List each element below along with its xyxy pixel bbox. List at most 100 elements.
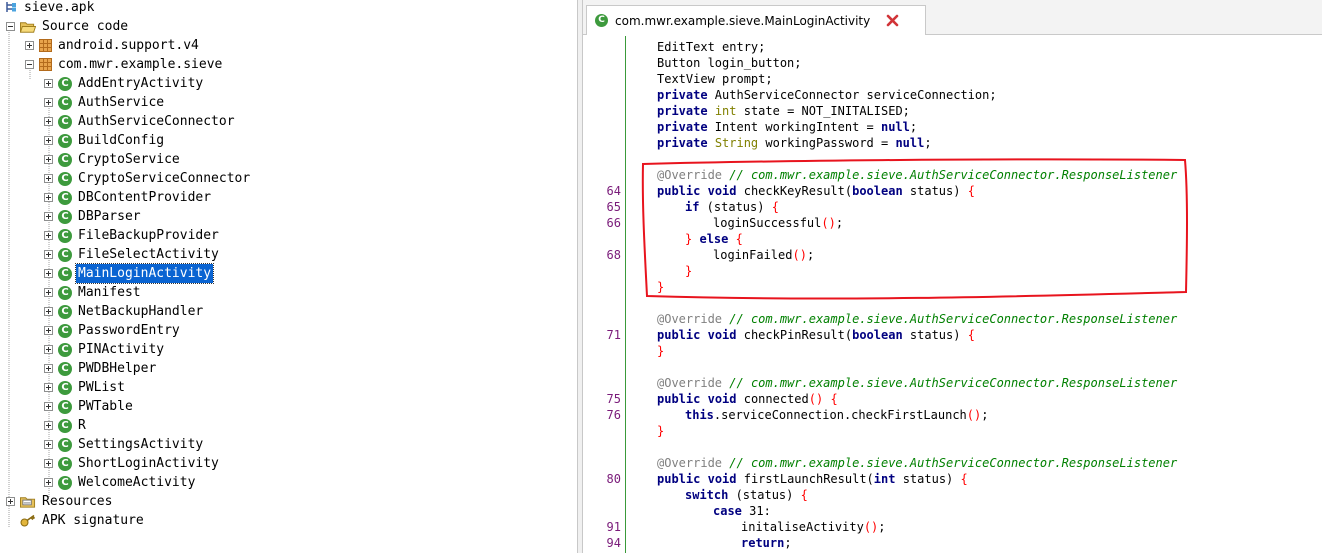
expand-icon[interactable] [44,402,53,411]
tree-item-cryptoservice[interactable]: C CryptoService [44,150,182,169]
expand-icon[interactable] [44,250,53,259]
code-line[interactable]: } [583,263,1322,279]
tree-item-shortloginactivity[interactable]: C ShortLoginActivity [44,454,221,473]
code-line[interactable]: 64 public void checkKeyResult(boolean sta… [583,183,1322,199]
code-line[interactable]: private int state = NOT_INITALISED; [583,103,1322,119]
expand-icon[interactable] [44,478,53,487]
expand-icon[interactable] [44,440,53,449]
expand-icon[interactable] [44,136,53,145]
code-line[interactable]: } else { [583,231,1322,247]
tree-item-settingsactivity[interactable]: C SettingsActivity [44,435,205,454]
tree-item-passwordentry[interactable]: C PasswordEntry [44,321,182,340]
expand-icon[interactable] [44,288,53,297]
code-line[interactable]: @Override // com.mwr.example.sieve.AuthS… [583,311,1322,327]
expand-icon[interactable] [44,326,53,335]
code-line[interactable]: 65 if (status) { [583,199,1322,215]
code-line[interactable] [583,295,1322,311]
tree-item-source-code[interactable]: Source code [6,17,130,36]
tree-item-welcomeactivity[interactable]: C WelcomeActivity [44,473,197,492]
code-line[interactable]: TextView prompt; [583,71,1322,87]
expand-icon[interactable] [44,364,53,373]
code-token: @Override [657,168,723,182]
code-line[interactable] [583,359,1322,375]
tree-item-pinactivity[interactable]: C PINActivity [44,340,166,359]
tree-item-addentryactivity[interactable]: C AddEntryActivity [44,74,205,93]
code-line[interactable]: } [583,279,1322,295]
expand-icon[interactable] [44,155,53,164]
expand-icon[interactable] [44,193,53,202]
expand-icon[interactable] [44,345,53,354]
code-line[interactable]: Button login_button; [583,55,1322,71]
expand-icon[interactable] [25,41,34,50]
tree-item-buildconfig[interactable]: C BuildConfig [44,131,166,150]
collapse-icon[interactable] [6,22,15,31]
expand-icon[interactable] [44,459,53,468]
tree-item-cryptoserviceconnector[interactable]: C CryptoServiceConnector [44,169,252,188]
tree-item-dbparser[interactable]: C DBParser [44,207,143,226]
expand-icon[interactable] [44,212,53,221]
code-line[interactable]: case 31: [583,503,1322,519]
class-icon: C [58,228,72,243]
tree-item-dbcontentprovider[interactable]: C DBContentProvider [44,188,213,207]
code-line[interactable]: private Intent workingIntent = null; [583,119,1322,135]
tree-item-mainloginactivity[interactable]: C MainLoginActivity [44,263,215,284]
class-icon: C [58,76,72,91]
code-line[interactable]: 94 return; [583,535,1322,551]
code-line[interactable]: switch (status) { [583,487,1322,503]
code-line[interactable]: @Override // com.mwr.example.sieve.AuthS… [583,375,1322,391]
tree-item-fileselectactivity[interactable]: C FileSelectActivity [44,245,221,264]
code-line[interactable]: @Override // com.mwr.example.sieve.AuthS… [583,167,1322,183]
code-token: EditText entry; [657,40,766,54]
code-line[interactable]: } [583,423,1322,439]
tree-item-pwdbhelper[interactable]: C PWDBHelper [44,359,158,378]
class-icon: C [58,190,72,205]
tree-item-authserviceconnector[interactable]: C AuthServiceConnector [44,112,237,131]
code-line[interactable]: 80 public void firstLaunchResult(int stat… [583,471,1322,487]
code-editor[interactable]: C com.mwr.example.sieve.MainLoginActivit… [583,0,1322,553]
code-line[interactable]: } [583,343,1322,359]
expand-icon[interactable] [44,79,53,88]
expand-icon[interactable] [44,117,53,126]
expand-icon[interactable] [44,231,53,240]
collapse-icon[interactable] [25,60,34,69]
tree-item-label: PINActivity [78,342,165,357]
tree-item-filebackupprovider[interactable]: C FileBackupProvider [44,226,221,245]
code-line[interactable]: EditText entry; [583,39,1322,55]
expand-icon[interactable] [44,98,53,107]
code-line[interactable]: 68 loginFailed(); [583,247,1322,263]
tree-item-apk-signature[interactable]: APK signature [6,511,146,530]
tree-item-com-mwr-example-sieve[interactable]: com.mwr.example.sieve [25,55,224,74]
expand-icon[interactable] [44,269,53,278]
tree-item-manifest[interactable]: C Manifest [44,283,143,302]
expand-icon[interactable] [44,421,53,430]
code-line[interactable]: 76 this.serviceConnection.checkFirstLaunc… [583,407,1322,423]
code-line[interactable]: 66 loginSuccessful(); [583,215,1322,231]
code-line[interactable]: @Override // com.mwr.example.sieve.AuthS… [583,455,1322,471]
code-line[interactable] [583,151,1322,167]
tree-item-netbackuphandler[interactable]: C NetBackupHandler [44,302,205,321]
tree-item-android-support-v4[interactable]: android.support.v4 [25,36,201,55]
tree-item-label: PWDBHelper [78,361,157,376]
tree-item-pwtable[interactable]: C PWTable [44,397,135,416]
expand-icon[interactable] [6,497,15,506]
tree-item-r[interactable]: CR [44,416,88,435]
tree-item-resources[interactable]: Resources [6,492,114,511]
tree-item-pwlist[interactable]: C PWList [44,378,127,397]
code-line[interactable]: private String workingPassword = null; [583,135,1322,151]
project-tree[interactable]: sieve.apk Source code android.support.v4 co… [0,0,577,553]
expand-icon[interactable] [44,383,53,392]
code-line[interactable]: 71 public void checkPinResult(boolean sta… [583,327,1322,343]
tree-item-authservice[interactable]: C AuthService [44,93,166,112]
class-icon: C [58,342,72,357]
expand-icon[interactable] [44,307,53,316]
code-line[interactable]: private AuthServiceConnector serviceConn… [583,87,1322,103]
close-tab-button[interactable] [884,13,900,29]
code-line[interactable]: 91 initaliseActivity(); [583,519,1322,535]
code-text: } [657,279,664,295]
tree-item-sieve-apk[interactable]: sieve.apk [4,0,96,17]
code-line[interactable]: 75 public void connected() { [583,391,1322,407]
tab-main-login-activity[interactable]: C com.mwr.example.sieve.MainLoginActivit… [586,5,926,35]
code-line[interactable] [583,439,1322,455]
expand-icon[interactable] [44,174,53,183]
